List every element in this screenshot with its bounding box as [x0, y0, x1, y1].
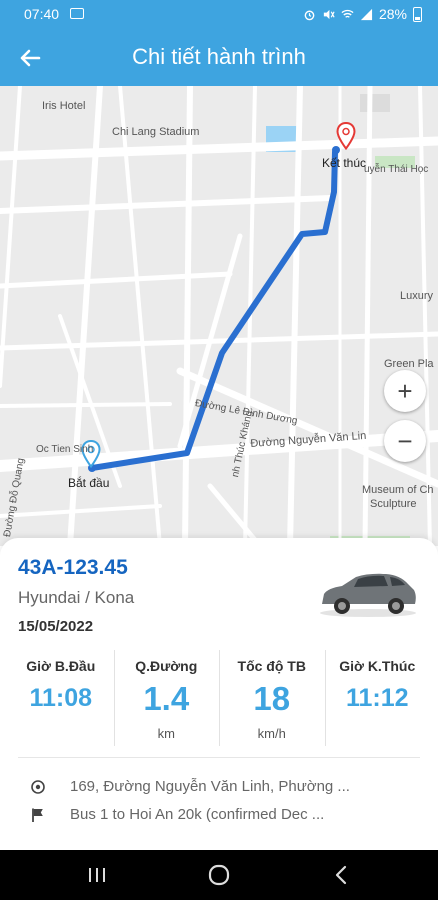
map-label: Green Pla: [384, 358, 434, 370]
stat-unit: km: [157, 726, 175, 741]
recent-apps-icon[interactable]: [85, 864, 109, 886]
page-title: Chi tiết hành trình: [132, 44, 306, 69]
trip-stats: Giờ B.Đầu 11:08 Q.Đường 1.4 km Tốc độ TB…: [8, 646, 430, 748]
stat-value: 11:12: [345, 684, 409, 712]
status-icons: 28%: [303, 6, 422, 22]
status-bar: 07:40 28%: [0, 0, 438, 30]
license-plate: 43A-123.45: [18, 556, 128, 579]
wifi-icon: [341, 9, 354, 18]
alarm-icon: [304, 10, 315, 20]
battery-percent: 28%: [378, 6, 407, 22]
zoom-out-button[interactable]: −: [384, 420, 426, 462]
map-label: Oc Tien Sinh: [36, 444, 94, 455]
stat-label: Q.Đường: [135, 658, 198, 674]
route-map[interactable]: Iris Hotel Chi Lang Stadium Kết thúc uyễ…: [0, 86, 438, 546]
start-address-row: 169, Đường Nguyễn Văn Linh, Phường ...: [30, 778, 350, 795]
car-icon: [320, 573, 416, 617]
stat-value: 11:08: [29, 684, 93, 712]
battery-icon: [413, 6, 422, 22]
stat-value: 18: [253, 680, 291, 717]
zoom-in-button[interactable]: +: [384, 370, 426, 412]
start-address: 169, Đường Nguyễn Văn Linh, Phường ...: [70, 778, 350, 795]
map-label: Chi Lang Stadium: [112, 126, 200, 138]
location-target-icon: [31, 779, 45, 794]
map-base: [0, 86, 438, 546]
trip-date: 15/05/2022: [18, 618, 94, 635]
mute-icon: [323, 9, 335, 19]
stat-start-time: Giờ B.Đầu 11:08: [8, 646, 114, 748]
signal-icon: [360, 8, 373, 20]
map-label: uyễn Thái Học: [364, 164, 429, 175]
vehicle-model: Hyundai / Kona: [18, 588, 135, 607]
map-label: Luxury: [400, 290, 434, 302]
end-address-row: Bus 1 to Hoi An 20k (confirmed Dec ...: [30, 806, 324, 823]
stat-label: Tốc độ TB: [237, 658, 306, 674]
image-notification-icon: [70, 8, 84, 19]
end-address: Bus 1 to Hoi An 20k (confirmed Dec ...: [70, 806, 325, 823]
start-label: Bắt đầu: [68, 476, 110, 490]
divider: [18, 757, 420, 758]
end-marker-icon[interactable]: [335, 121, 357, 151]
trip-detail-card: 43A-123.45 Hyundai / Kona 15/05/2022 Giờ…: [0, 538, 438, 850]
map-label: Museum of Ch: [362, 484, 434, 496]
system-nav-bar: [0, 850, 438, 900]
stat-avg-speed: Tốc độ TB 18 km/h: [219, 646, 325, 748]
stat-label: Giờ B.Đầu: [26, 658, 96, 674]
stat-end-time: Giờ K.Thúc 11:12: [324, 646, 431, 748]
stat-distance: Q.Đường 1.4 km: [113, 646, 220, 748]
map-label: Iris Hotel: [42, 100, 86, 112]
back-nav-icon[interactable]: [330, 864, 354, 886]
status-time: 07:40: [24, 6, 60, 22]
home-icon[interactable]: [207, 864, 231, 886]
map-label: Sculpture: [370, 498, 417, 510]
flag-icon: [32, 808, 43, 822]
end-label: Kết thúc: [322, 156, 367, 170]
stat-value: 1.4: [143, 680, 190, 717]
app-bar: Chi tiết hành trình: [0, 30, 438, 86]
stat-label: Giờ K.Thúc: [339, 658, 416, 674]
stat-unit: km/h: [257, 726, 286, 741]
